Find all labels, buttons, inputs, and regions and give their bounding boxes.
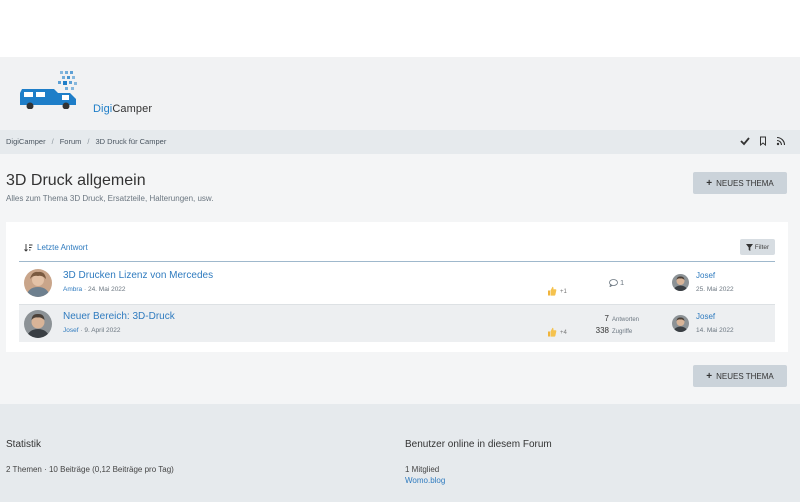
page-title: 3D Druck allgemein <box>6 172 146 189</box>
new-thread-button-top[interactable]: + NEUES THEMA <box>693 172 787 194</box>
plus-icon: + <box>706 370 713 382</box>
sort-icon <box>24 244 33 252</box>
sort-label: Letzte Antwort <box>37 243 88 252</box>
filter-label: Filter <box>754 243 770 251</box>
replies-stat: 7 Antworten <box>589 314 649 323</box>
top-spacer <box>0 0 800 57</box>
views-label: Zugriffe <box>612 329 633 335</box>
reaction-count: +1 <box>560 289 567 295</box>
breadcrumb: DigiCamper / Forum / 3D Druck für Camper <box>0 130 800 154</box>
thumbs-up-icon <box>547 286 557 298</box>
breadcrumb-separator: / <box>87 137 90 146</box>
main-content: 3D Druck allgemein Alles zum Thema 3D Dr… <box>0 154 800 404</box>
online-users-title: Benutzer online in diesem Forum <box>405 439 552 450</box>
thread-stats: 7 Antworten 338 Zugriffe <box>589 314 649 335</box>
statistics-block: Statistik 2 Themen · 10 Beiträge (0,12 B… <box>6 439 174 474</box>
filter-icon <box>745 243 753 251</box>
site-logo[interactable]: DigiCamper <box>18 69 152 115</box>
comment-icon <box>609 278 618 287</box>
avatar[interactable] <box>24 269 52 297</box>
avatar[interactable] <box>24 310 52 338</box>
new-thread-label: NEUES THEMA <box>716 371 774 381</box>
thread-row[interactable]: Neuer Bereich: 3D-Druck Josef · 9. April… <box>19 304 775 342</box>
avatar[interactable] <box>672 315 689 332</box>
views-value: 338 <box>595 326 609 335</box>
thread-author[interactable]: Josef <box>63 327 79 334</box>
replies-value: 7 <box>604 314 609 323</box>
last-poster[interactable]: Josef <box>696 312 715 321</box>
new-thread-label: NEUES THEMA <box>716 178 774 188</box>
thread-date: 24. Mai 2022 <box>87 286 126 293</box>
statistics-text: 2 Themen · 10 Beiträge (0,12 Beiträge pr… <box>6 465 174 474</box>
last-post-date[interactable]: 25. Mai 2022 <box>696 286 734 293</box>
reply-count: 1 <box>609 278 624 287</box>
forum-footer: Statistik 2 Themen · 10 Beiträge (0,12 B… <box>0 404 800 502</box>
thread-list: Letzte Antwort Filter 3D Drucken Lizenz … <box>6 222 788 352</box>
logo-text: DigiCamper <box>93 103 153 115</box>
bookmark-icon[interactable] <box>758 136 768 147</box>
views-stat: 338 Zugriffe <box>589 326 649 335</box>
thread-author[interactable]: Ambra <box>63 286 82 293</box>
plus-icon: + <box>706 177 713 189</box>
thread-meta: Josef · 9. April 2022 <box>63 327 120 334</box>
breadcrumb-item-category[interactable]: 3D Druck für Camper <box>95 137 166 146</box>
reaction-summary[interactable]: +4 <box>547 327 567 339</box>
online-user-link[interactable]: Womo.blog <box>405 476 552 485</box>
reaction-count: +4 <box>560 330 567 336</box>
thread-title[interactable]: Neuer Bereich: 3D-Druck <box>63 311 175 322</box>
avatar[interactable] <box>672 274 689 291</box>
statistics-title: Statistik <box>6 439 42 450</box>
breadcrumb-item-forum[interactable]: Forum <box>60 137 82 146</box>
last-poster[interactable]: Josef <box>696 271 715 280</box>
online-users-count: 1 Mitglied <box>405 465 440 474</box>
reaction-summary[interactable]: +1 <box>547 286 567 298</box>
page-description: Alles zum Thema 3D Druck, Ersatzteile, H… <box>6 194 214 203</box>
new-thread-button-bottom[interactable]: + NEUES THEMA <box>693 365 787 387</box>
thread-list-header: Letzte Antwort Filter <box>19 236 775 262</box>
reply-count-value: 1 <box>620 278 625 287</box>
site-header: DigiCamper <box>0 57 800 130</box>
thumbs-up-icon <box>547 327 557 339</box>
thread-title[interactable]: 3D Drucken Lizenz von Mercedes <box>63 270 213 281</box>
thread-row[interactable]: 3D Drucken Lizenz von Mercedes Ambra · 2… <box>19 264 775 302</box>
online-users-block: Benutzer online in diesem Forum 1 Mitgli… <box>405 439 552 485</box>
breadcrumb-separator: / <box>51 137 54 146</box>
last-post-date[interactable]: 14. Mai 2022 <box>696 327 734 334</box>
thread-meta: Ambra · 24. Mai 2022 <box>63 286 126 293</box>
sort-last-reply-link[interactable]: Letzte Antwort <box>24 243 88 252</box>
filter-button[interactable]: Filter <box>740 239 775 255</box>
thread-date: 9. April 2022 <box>84 327 121 334</box>
rss-feed-icon[interactable] <box>776 136 786 146</box>
checkmark-icon[interactable] <box>740 136 750 146</box>
replies-label: Antworten <box>612 317 640 323</box>
breadcrumb-item-home[interactable]: DigiCamper <box>6 137 46 146</box>
